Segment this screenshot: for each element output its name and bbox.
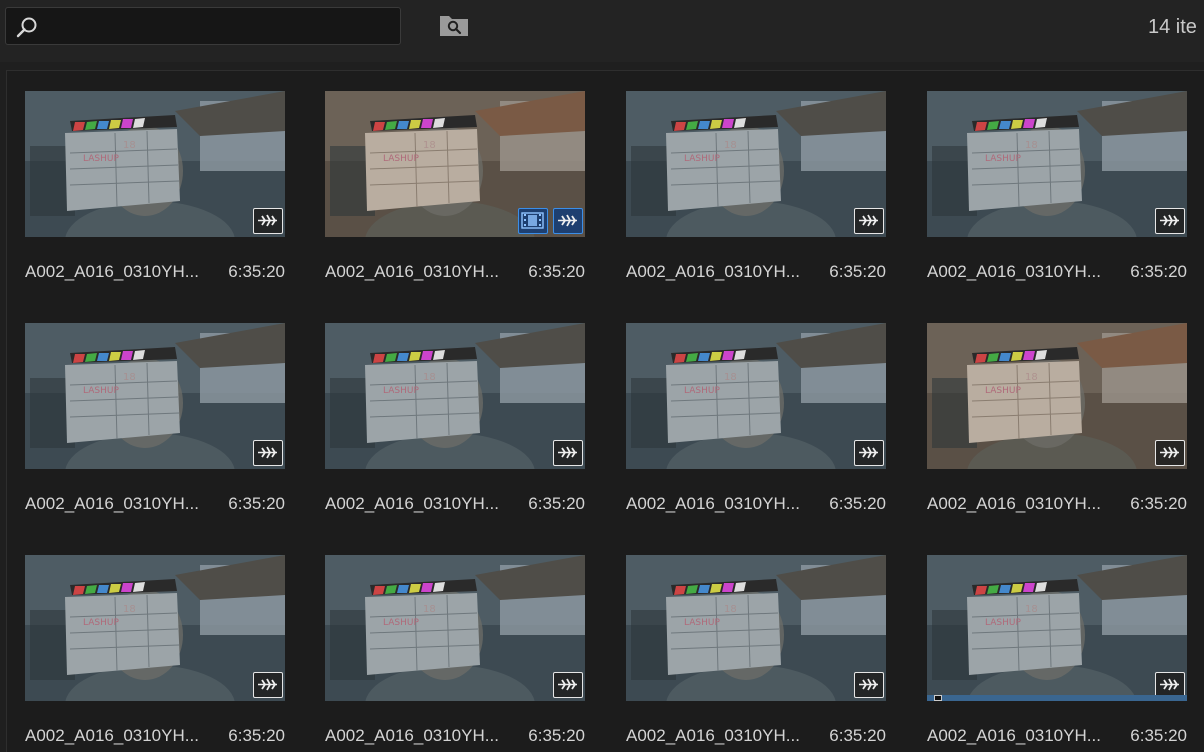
svg-text:LASHUP: LASHUP [985, 618, 1021, 628]
svg-text:18: 18 [423, 372, 436, 383]
clip-name: A002_A016_0310YH... [325, 494, 499, 513]
playhead-handle[interactable] [934, 695, 942, 701]
svg-text:LASHUP: LASHUP [985, 154, 1021, 164]
clip-name: A002_A016_0310YH... [626, 494, 800, 513]
clip-duration: 6:35:20 [829, 494, 886, 513]
svg-text:18: 18 [423, 604, 436, 615]
clip-name: A002_A016_0310YH... [626, 262, 800, 281]
svg-text:LASHUP: LASHUP [83, 386, 119, 396]
clip-name: A002_A016_0310YH... [325, 262, 499, 281]
search-box[interactable] [5, 7, 401, 46]
clip-tile[interactable]: LASHUP 18 A002_A016_0310YH... 6:35:20 [307, 71, 587, 291]
clip-thumbnail[interactable]: LASHUP 18 [927, 323, 1187, 469]
clip-name: A002_A016_0310YH... [25, 262, 199, 281]
audio-track-icon[interactable] [253, 208, 283, 234]
clip-tile[interactable]: LASHUP 18 A002_A016_0310YH... 6:35:20 [307, 535, 587, 752]
audio-track-icon[interactable] [253, 672, 283, 698]
audio-track-icon[interactable] [1155, 440, 1185, 466]
svg-text:18: 18 [1025, 140, 1038, 151]
clip-name: A002_A016_0310YH... [25, 726, 199, 745]
clip-duration: 6:35:20 [829, 726, 886, 745]
audio-track-icon[interactable] [854, 440, 884, 466]
svg-text:LASHUP: LASHUP [684, 386, 720, 396]
clip-thumbnail[interactable]: LASHUP 18 [626, 555, 886, 701]
clip-thumbnail[interactable]: LASHUP 18 [325, 555, 585, 701]
clip-thumbnail[interactable]: LASHUP 18 [325, 323, 585, 469]
svg-text:18: 18 [423, 140, 436, 151]
search-icon [16, 17, 37, 38]
clip-duration: 6:35:20 [228, 262, 285, 281]
clip-duration: 6:35:20 [528, 726, 585, 745]
clip-name: A002_A016_0310YH... [927, 262, 1101, 281]
clip-duration: 6:35:20 [228, 494, 285, 513]
audio-track-icon[interactable] [253, 440, 283, 466]
svg-text:18: 18 [123, 604, 136, 615]
clip-name: A002_A016_0310YH... [25, 494, 199, 513]
clip-tile[interactable]: LASHUP 18 A002_A016_0310YH... 6:35:20 [909, 71, 1189, 291]
audio-track-icon[interactable] [553, 440, 583, 466]
svg-text:18: 18 [724, 604, 737, 615]
folder-search-icon[interactable] [438, 12, 470, 38]
clip-thumbnail[interactable]: LASHUP 18 [25, 555, 285, 701]
clip-duration: 6:35:20 [1130, 726, 1187, 745]
clip-thumbnail[interactable]: LASHUP 18 [927, 555, 1187, 701]
panel-toolbar: 14 ite [0, 0, 1204, 62]
audio-track-icon[interactable] [854, 672, 884, 698]
audio-track-icon[interactable] [1155, 208, 1185, 234]
clip-duration: 6:35:20 [1130, 262, 1187, 281]
clip-thumbnail[interactable]: LASHUP 18 [626, 91, 886, 237]
svg-text:LASHUP: LASHUP [383, 154, 419, 164]
clip-duration: 6:35:20 [528, 494, 585, 513]
clip-duration: 6:35:20 [228, 726, 285, 745]
svg-text:18: 18 [1025, 372, 1038, 383]
clip-name: A002_A016_0310YH... [927, 726, 1101, 745]
svg-text:18: 18 [1025, 604, 1038, 615]
clip-tile[interactable]: LASHUP 18 A002_A016_0310YH... 6:35:20 [7, 303, 287, 523]
scrub-bar[interactable] [927, 695, 1187, 701]
clip-tile[interactable]: LASHUP 18 A002_A016_0310YH... 6:35:20 [608, 71, 888, 291]
svg-text:18: 18 [123, 140, 136, 151]
clip-tile[interactable]: LASHUP 18 A002_A016_0310YH... 6:35:20 [7, 535, 287, 752]
clip-duration: 6:35:20 [528, 262, 585, 281]
svg-text:LASHUP: LASHUP [383, 618, 419, 628]
clip-name: A002_A016_0310YH... [927, 494, 1101, 513]
clip-tile[interactable]: LASHUP 18 A002_A016_0310YH... 6:35:20 [909, 303, 1189, 523]
item-count: 14 ite [1148, 16, 1197, 38]
svg-text:18: 18 [724, 372, 737, 383]
clip-tile[interactable]: LASHUP 18 A002_A016_0310YH... 6:35:20 [909, 535, 1189, 752]
clip-tile[interactable]: LASHUP 18 A002_A016_0310YH... 6:35:20 [7, 71, 287, 291]
svg-text:LASHUP: LASHUP [83, 618, 119, 628]
clip-name: A002_A016_0310YH... [325, 726, 499, 745]
svg-text:LASHUP: LASHUP [684, 618, 720, 628]
clip-tile[interactable]: LASHUP 18 A002_A016_0310YH... 6:35:20 [307, 303, 587, 523]
clip-duration: 6:35:20 [829, 262, 886, 281]
svg-text:LASHUP: LASHUP [83, 154, 119, 164]
audio-track-icon[interactable] [553, 208, 583, 234]
clip-tile[interactable]: LASHUP 18 A002_A016_0310YH... 6:35:20 [608, 303, 888, 523]
video-track-icon[interactable] [518, 208, 548, 234]
svg-text:18: 18 [123, 372, 136, 383]
audio-track-icon[interactable] [553, 672, 583, 698]
clip-thumbnail[interactable]: LASHUP 18 [25, 323, 285, 469]
clip-thumbnail[interactable]: LASHUP 18 [626, 323, 886, 469]
clip-tile[interactable]: LASHUP 18 A002_A016_0310YH... 6:35:20 [608, 535, 888, 752]
svg-text:18: 18 [724, 140, 737, 151]
clip-thumbnail[interactable]: LASHUP 18 [25, 91, 285, 237]
svg-text:LASHUP: LASHUP [383, 386, 419, 396]
clip-thumbnail[interactable]: LASHUP 18 [325, 91, 585, 237]
clip-duration: 6:35:20 [1130, 494, 1187, 513]
svg-text:LASHUP: LASHUP [985, 386, 1021, 396]
audio-track-icon[interactable] [854, 208, 884, 234]
clip-name: A002_A016_0310YH... [626, 726, 800, 745]
search-input[interactable] [46, 8, 390, 46]
svg-text:LASHUP: LASHUP [684, 154, 720, 164]
media-grid[interactable]: LASHUP 18 A002_A016_0310YH... 6:35:20 LAS… [6, 70, 1204, 752]
clip-thumbnail[interactable]: LASHUP 18 [927, 91, 1187, 237]
